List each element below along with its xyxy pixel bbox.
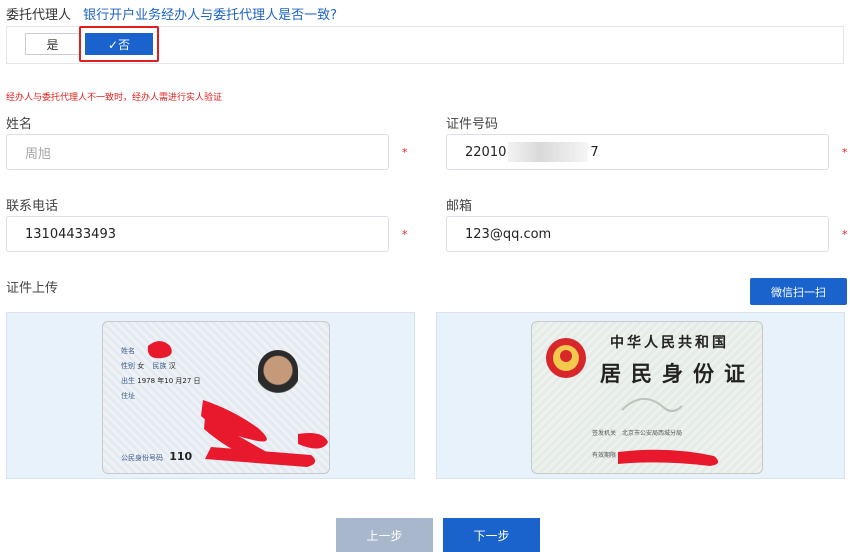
front-name-label: 姓名	[121, 347, 135, 355]
upload-label: 证件上传	[6, 281, 59, 296]
front-ethnic-label: 民族	[152, 362, 167, 370]
back-validity-label: 有效期限	[592, 452, 617, 459]
agent-section-header: 委托代理人 银行开户业务经办人与委托代理人是否一致?	[6, 4, 337, 23]
phone-value: 13104433493	[25, 226, 116, 242]
phone-label: 联系电话	[6, 199, 59, 214]
back-card-title: 居民身份证	[600, 361, 755, 386]
wechat-scan-button[interactable]: 微信扫一扫	[750, 278, 847, 305]
back-country-title: 中华人民共和国	[610, 335, 729, 351]
email-value: 123@qq.com	[465, 226, 552, 242]
email-required-mark: *	[842, 228, 848, 241]
front-ethnic-value: 汉	[168, 362, 176, 370]
back-authority-value: 北京市公安局西城分局	[621, 430, 682, 437]
option-yes-button[interactable]: 是	[25, 33, 80, 55]
name-label: 姓名	[6, 117, 33, 132]
front-gender-value: 女	[137, 362, 145, 370]
front-birth-label: 出生	[121, 377, 135, 385]
id-number-field[interactable]: 22010 7	[446, 134, 829, 170]
warning-text: 经办人与委托代理人不一致时，经办人需进行实人验证	[6, 93, 223, 103]
front-id-value: 110	[169, 450, 193, 463]
name-field[interactable]: 周旭	[6, 134, 389, 170]
front-id-label: 公民身份号码	[121, 454, 163, 462]
id-number-mask	[508, 142, 589, 162]
email-label: 邮箱	[446, 199, 473, 214]
id-back-upload-area[interactable]: 中华人民共和国 居民身份证 签发机关 北京市公安局西城分局 有效期限	[436, 312, 845, 479]
name-value: 周旭	[25, 146, 52, 162]
email-field[interactable]: 123@qq.com	[446, 216, 829, 252]
id-number-start: 22010	[465, 144, 507, 160]
front-address-label: 住址	[121, 392, 135, 400]
front-gender-label: 性别	[121, 362, 135, 370]
id-front-image: 姓名 性别 女 民族 汉 出生 1978 年10 月27 日 住址 公民身份号码…	[102, 321, 330, 474]
id-front-upload-area[interactable]: 姓名 性别 女 民族 汉 出生 1978 年10 月27 日 住址 公民身份号码…	[6, 312, 415, 479]
phone-required-mark: *	[402, 228, 408, 241]
id-photo-avatar	[258, 350, 298, 408]
phone-field[interactable]: 13104433493	[6, 216, 389, 252]
agent-title: 委托代理人	[6, 8, 72, 23]
agent-question: 银行开户业务经办人与委托代理人是否一致?	[83, 8, 338, 23]
back-authority-label: 签发机关	[592, 430, 617, 437]
front-birth-value: 1978 年10 月27 日	[137, 377, 201, 385]
next-step-button[interactable]: 下一步	[443, 518, 540, 552]
id-number-label: 证件号码	[446, 117, 499, 132]
id-number-end: 7	[590, 144, 599, 160]
prev-step-button[interactable]: 上一步	[336, 518, 433, 552]
name-required-mark: *	[402, 146, 408, 159]
selection-highlight	[79, 26, 159, 62]
id-required-mark: *	[842, 146, 848, 159]
id-back-image: 中华人民共和国 居民身份证 签发机关 北京市公安局西城分局 有效期限	[531, 321, 763, 474]
